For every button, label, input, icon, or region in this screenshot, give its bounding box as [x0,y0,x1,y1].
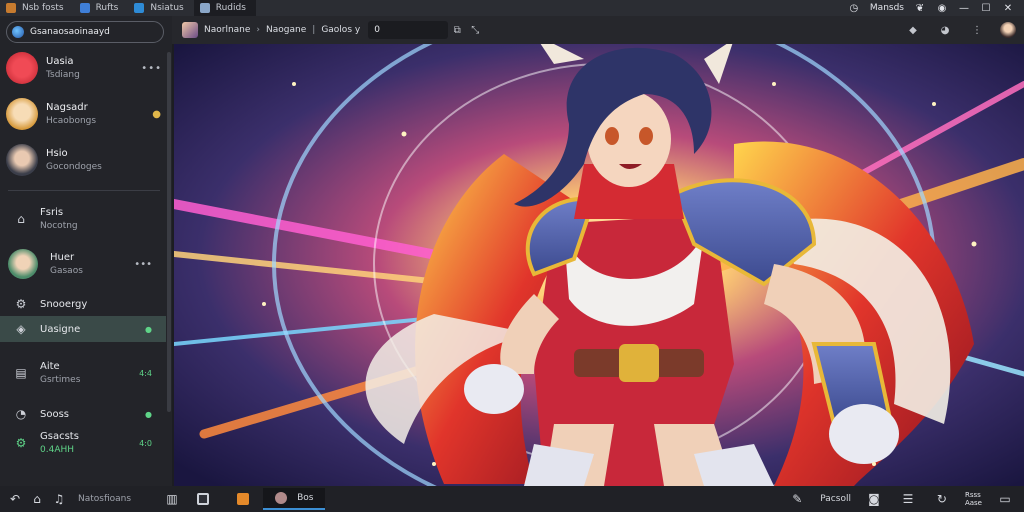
sidebar-item-gsacsts[interactable]: ⚙ Gsacsts 0.4AHH 4:0 [0,428,166,458]
image-viewer[interactable] [174,44,1024,486]
window-title: Mansds [869,3,904,13]
clock-icon: ◔ [15,407,27,421]
back-icon[interactable]: ↶ [4,492,26,506]
chat-item[interactable]: Uasia Tsdiang ••• [6,46,162,90]
zoom-input[interactable]: 0 [368,21,449,39]
tray-label: Pacsoll [820,494,851,504]
expand-icon[interactable]: ⤡ [466,25,484,36]
pin-icon[interactable]: ◆ [904,25,922,36]
tab-rudids[interactable]: Rudids [193,0,256,16]
taskbar-label: Natosfioans [78,494,132,504]
avatar [6,52,38,84]
copy-icon[interactable]: ⧉ [448,25,466,36]
emoji-icon: ● [152,108,162,120]
taskbar-app-active[interactable]: Bos [263,488,326,510]
taskbar: ↶ ⌂ ♫ Natosfioans ▥ Bos ✎ Pacsoll ◙ ☰ ↻ … [0,486,1024,512]
maximize-icon[interactable]: ☐ [980,3,992,14]
avatar [8,249,38,279]
viewer-toolbar: Naorlnane › Naogane | Gaolos y 0 ⧉ ⤡ ◆ ◕… [172,16,1024,44]
search-icon [12,26,24,38]
gear-icon: ⚙ [15,297,27,311]
camera-icon[interactable]: ◙ [863,492,885,506]
sidebar-item-huer[interactable]: Huer Gasaos ••• [0,246,166,282]
title-tab-bar: Nsb fosts Rufts Nsiatus Rudids ◷ Mansds … [0,0,1024,16]
system-clock: Rsss Aase [964,491,982,507]
pen-icon[interactable]: ✎ [786,492,808,506]
share-icon[interactable]: ◕ [936,25,954,36]
clock-icon[interactable]: ◷ [848,3,860,14]
avatar[interactable] [1000,22,1016,38]
sidebar-item-aite[interactable]: ▤ Aite Gsrtimes 4:4 [0,358,166,388]
status-badge: ● [145,324,152,334]
app-icon [6,3,16,13]
status-badge: 4:0 [139,438,152,448]
minimize-icon[interactable]: — [958,3,970,14]
notification-icon[interactable]: ▭ [994,492,1016,506]
tab-rufts[interactable]: Rufts [74,0,129,16]
globe-icon[interactable]: ◉ [936,3,948,14]
audio-icon[interactable]: ♫ [48,492,70,506]
more-icon[interactable]: ••• [134,259,152,270]
status-badge: ● [145,409,152,419]
list-icon[interactable]: ☰ [897,492,919,506]
image-thumbnail [182,22,198,38]
leaf-icon[interactable]: ❦ [914,3,926,14]
document-icon [79,3,90,13]
image-icon [199,3,210,13]
breadcrumb: Naorlnane › Naogane | Gaolos y [172,22,360,38]
refresh-icon[interactable]: ↻ [931,492,953,506]
sidebar-item-sooss[interactable]: ◔ Sooss ● [0,404,166,424]
anime-artwork-image [174,44,1024,486]
avatar [6,144,38,176]
folder-icon [237,493,250,505]
note-icon: ▤ [15,366,27,380]
close-icon[interactable]: ✕ [1002,3,1014,14]
settings-icon: ◈ [16,322,26,336]
search-input[interactable]: Gsanaosaoinaayd [6,21,164,43]
status-badge: 4:4 [139,368,152,378]
gear-icon: ⚙ [15,436,27,450]
app-icon [275,492,288,504]
chat-item[interactable]: Hsio Gocondoges [6,138,162,182]
window-icon [197,493,210,505]
more-icon[interactable]: ••• [141,63,162,74]
taskbar-app[interactable] [183,488,223,510]
tab-nsiatus[interactable]: Nsiatus [128,0,193,16]
home-icon: ⌂ [17,212,25,226]
sidebar-item-snooergy[interactable]: ⚙ Snooergy [0,294,166,314]
chat-icon [134,3,145,13]
tab-nsb-fosts[interactable]: Nsb fosts [0,0,74,16]
sidebar-item-uasigne[interactable]: ◈ Uasigne ● [0,316,166,342]
chat-item[interactable]: Nagsadr Hcaobongs ● [6,92,162,136]
home-icon[interactable]: ⌂ [26,492,48,506]
split-view-icon[interactable]: ▥ [161,492,183,506]
scrollbar[interactable] [167,52,171,412]
chevron-right-icon: › [256,25,261,35]
more-vertical-icon[interactable]: ⋮ [968,25,986,36]
avatar [6,98,38,130]
sidebar-item-fsris[interactable]: ⌂ Fsris Nocotng [0,204,166,234]
taskbar-app[interactable] [223,488,263,510]
divider [8,190,160,191]
sidebar: Gsanaosaoinaayd Uasia Tsdiang ••• Nagsad… [0,16,172,486]
separator: | [312,25,316,35]
